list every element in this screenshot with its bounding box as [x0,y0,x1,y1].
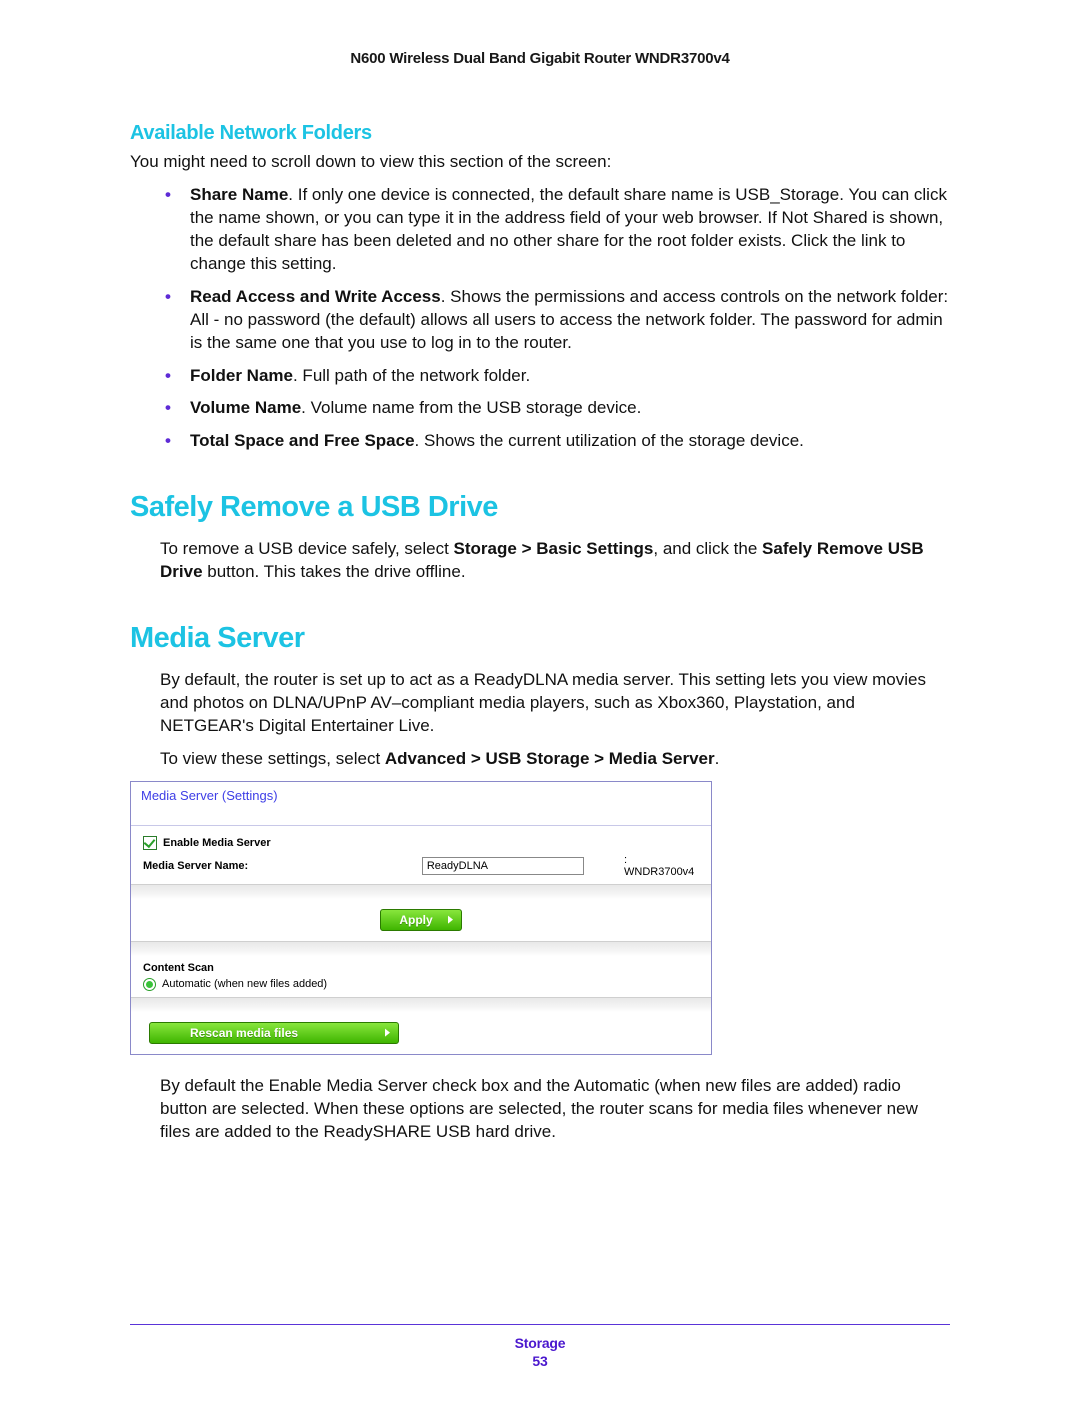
text-bold: Storage > Basic Settings [454,539,654,558]
text-fragment: button. This takes the drive offline. [203,562,466,581]
footer-rule [130,1324,950,1325]
bullet-label: Read Access and Write Access [190,287,441,306]
page-number: 53 [130,1353,950,1369]
arrow-right-icon [448,916,453,924]
media-name-row: Media Server Name: ReadyDLNA : WNDR3700v… [143,854,699,878]
media-name-suffix: : WNDR3700v4 [624,854,699,878]
safely-remove-paragraph: To remove a USB device safely, select St… [160,538,950,584]
text-fragment: To remove a USB device safely, select [160,539,454,558]
panel-divider [131,941,711,956]
footer-section-label: Storage [130,1335,950,1351]
bullet-label: Share Name [190,185,288,204]
bullet-label: Folder Name [190,366,293,385]
bullet-folder-name: Folder Name. Full path of the network fo… [160,365,950,388]
bullet-text: . If only one device is connected, the d… [190,185,947,273]
content-scan-label: Content Scan [143,962,214,974]
folders-bullet-list: Share Name. If only one device is connec… [130,184,950,453]
bullet-read-write: Read Access and Write Access. Shows the … [160,286,950,355]
text-fragment: To view these settings, select [160,749,385,768]
bullet-total-space: Total Space and Free Space. Shows the cu… [160,430,950,453]
bullet-text: . Full path of the network folder. [293,366,530,385]
apply-button[interactable]: Apply [380,909,461,931]
media-name-input[interactable]: ReadyDLNA [422,857,584,875]
bullet-share-name: Share Name. If only one device is connec… [160,184,950,276]
enable-media-label: Enable Media Server [163,837,271,849]
media-p3: By default the Enable Media Server check… [160,1075,950,1144]
bullet-text: . Shows the current utilization of the s… [415,431,804,450]
automatic-label: Automatic (when new files added) [162,978,327,990]
text-fragment: , and click the [653,539,762,558]
text-fragment: . [715,749,720,768]
enable-media-checkbox[interactable] [143,836,157,850]
media-name-label: Media Server Name: [143,860,416,872]
section-media-server: Media Server [130,622,950,655]
panel-divider [131,997,711,1012]
bullet-label: Total Space and Free Space [190,431,415,450]
arrow-right-icon [385,1029,390,1037]
automatic-radio[interactable] [143,978,156,991]
text-bold: Advanced > USB Storage > Media Server [385,749,715,768]
media-server-panel: Media Server (Settings) Enable Media Ser… [130,781,712,1055]
document-header: N600 Wireless Dual Band Gigabit Router W… [130,50,950,67]
folders-intro-text: You might need to scroll down to view th… [130,151,950,174]
rescan-button-label: Rescan media files [190,1026,298,1040]
panel-divider [131,884,711,899]
automatic-scan-row: Automatic (when new files added) [143,978,699,991]
apply-button-label: Apply [399,913,432,927]
bullet-volume-name: Volume Name. Volume name from the USB st… [160,397,950,420]
media-p1: By default, the router is set up to act … [160,669,950,738]
subsection-available-folders: Available Network Folders [130,122,950,145]
section-safely-remove: Safely Remove a USB Drive [130,491,950,524]
panel-title: Media Server (Settings) [131,782,711,826]
rescan-button[interactable]: Rescan media files [149,1022,399,1044]
enable-media-row: Enable Media Server [143,836,699,850]
bullet-label: Volume Name [190,398,301,417]
bullet-text: . Volume name from the USB storage devic… [301,398,641,417]
media-p2: To view these settings, select Advanced … [160,748,950,771]
